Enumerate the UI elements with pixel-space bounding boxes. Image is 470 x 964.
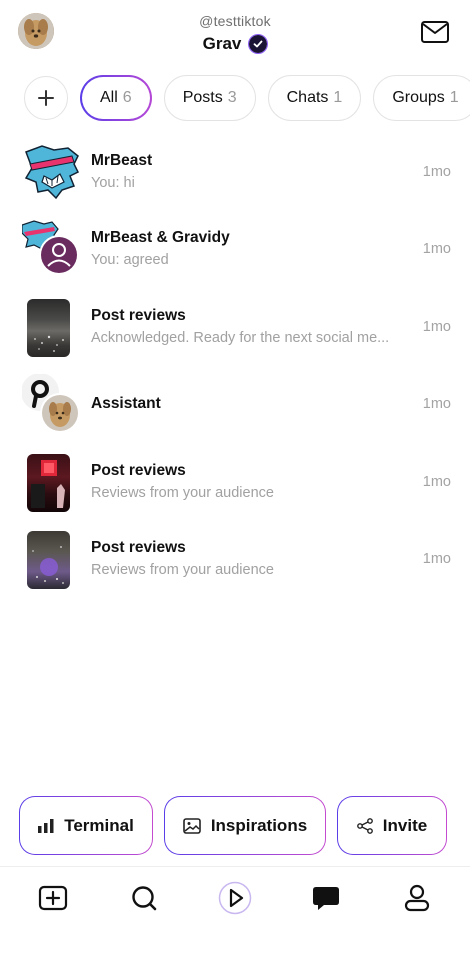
post-thumbnail [22,297,80,357]
chip-label: Groups [392,89,445,106]
inspirations-label: Inspirations [210,815,308,835]
username-handle: @testtiktok [199,13,271,29]
share-icon [356,817,373,834]
mrbeast-logo-icon [22,142,80,200]
account-name: Grav [202,34,242,53]
list-item[interactable]: Assistant 1mo [0,364,470,441]
create-icon[interactable] [36,881,70,915]
conversation-preview: Reviews from your audience [91,561,274,578]
conversation-title: Assistant [91,395,161,413]
bottom-nav [0,866,470,926]
assistant-avatar-icon [21,373,80,434]
conversation-title: Post reviews [91,306,186,324]
account-name-row[interactable]: Grav [0,34,470,54]
list-item[interactable]: Post reviews Acknowledged. Ready for the… [0,287,470,364]
conversation-time: 1mo [422,473,451,490]
invite-button[interactable]: Invite [337,796,447,855]
chip-count: 1 [449,89,459,106]
verified-icon [248,34,269,54]
chat-icon[interactable] [309,881,343,915]
conversation-title: MrBeast [91,152,153,169]
inspirations-button[interactable]: Inspirations [164,796,326,855]
conversation-time: 1mo [422,318,451,335]
terminal-button[interactable]: Terminal [19,796,153,855]
play-icon[interactable] [218,881,252,915]
plus-icon [38,90,54,106]
image-icon [183,817,201,834]
list-item[interactable]: MrBeast & Gravidy You: agreed 1mo [0,209,470,286]
chip-count: 1 [333,89,343,106]
filter-chips: All 6 Posts 3 Chats 1 Groups 1 [0,74,470,122]
profile-icon[interactable] [400,881,434,915]
conversation-preview: Reviews from your audience [91,484,274,501]
list-item[interactable]: MrBeast You: hi 1mo [0,132,470,209]
conversation-title: Post reviews [91,538,186,556]
list-item[interactable]: Post reviews Reviews from your audience … [0,519,470,596]
chip-posts[interactable]: Posts 3 [163,75,256,121]
invite-label: Invite [382,815,428,835]
chip-label: Posts [182,89,223,106]
header: @testtiktok Grav [0,0,470,66]
conversation-title: Post reviews [91,461,186,479]
group-avatar-icon [21,219,80,277]
add-filter-button[interactable] [24,76,68,120]
conversation-time: 1mo [422,550,451,567]
post-thumbnail [22,452,80,512]
conversation-time: 1mo [422,396,451,413]
conversation-preview: You: agreed [91,252,169,269]
action-bar: Terminal Inspirations Invite [0,796,470,856]
mail-icon[interactable] [420,20,450,44]
chip-groups[interactable]: Groups 1 [373,75,470,121]
conversation-time: 1mo [422,241,451,258]
conversation-preview: You: hi [91,175,135,191]
conversation-preview: Acknowledged. Ready for the next social … [91,329,390,346]
chip-all[interactable]: All 6 [80,75,152,121]
chip-label: All [100,89,118,106]
bar-chart-icon [38,818,54,833]
chip-chats[interactable]: Chats 1 [267,75,362,121]
chip-label: Chats [286,89,329,106]
post-thumbnail [22,529,80,589]
chip-count: 6 [122,89,132,106]
search-icon[interactable] [127,881,161,915]
terminal-label: Terminal [64,815,134,835]
list-item[interactable]: Post reviews Reviews from your audience … [0,442,470,519]
conversation-time: 1mo [422,164,451,180]
conversation-title: MrBeast & Gravidy [91,229,230,247]
conversation-list: MrBeast You: hi 1mo MrBeast & Gravidy Yo… [0,132,470,596]
chip-count: 3 [227,89,237,106]
